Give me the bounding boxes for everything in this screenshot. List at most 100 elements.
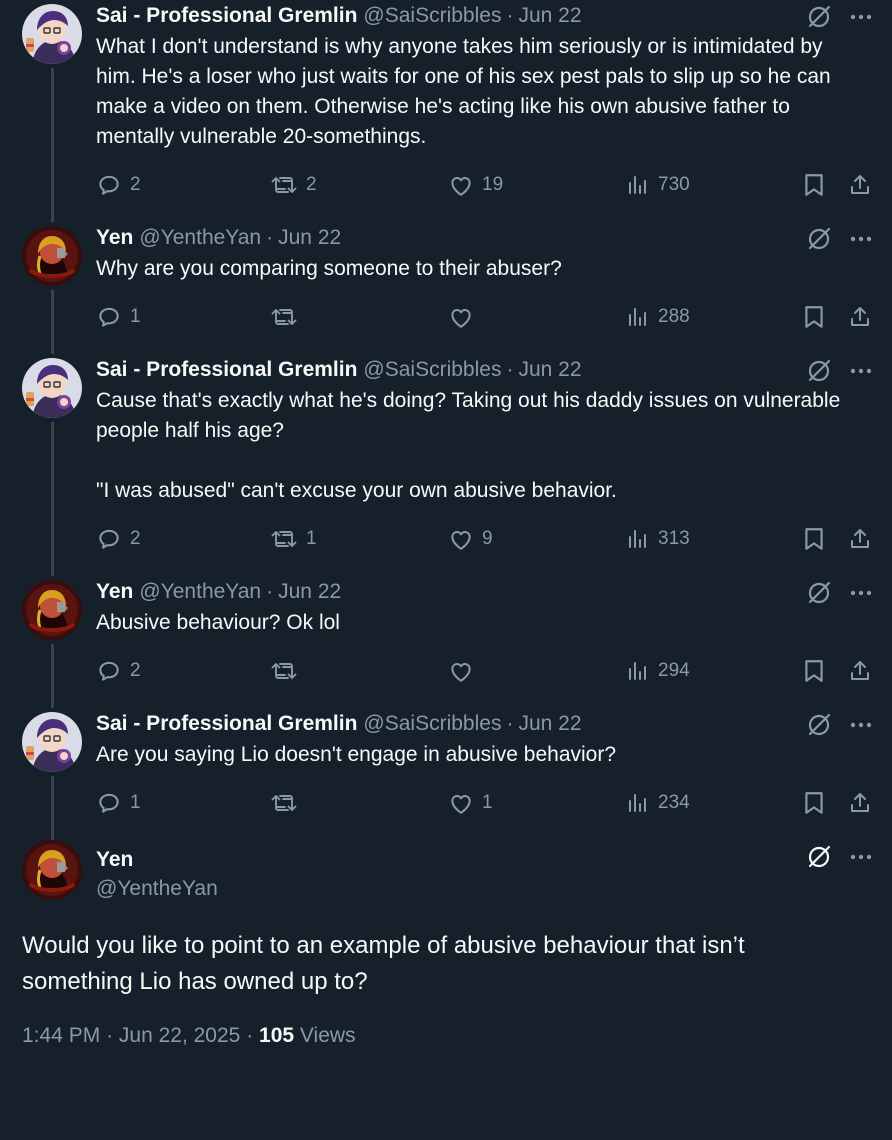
repost-icon [270, 304, 298, 330]
like-button[interactable]: 19 [448, 170, 503, 200]
author-handle[interactable]: @SaiScribbles [363, 4, 501, 28]
thread-connector-line [50, 644, 54, 708]
share-button[interactable] [848, 524, 872, 554]
bookmark-button[interactable] [802, 170, 826, 200]
share-button[interactable] [848, 788, 872, 818]
tweet-header: Yen @YentheYan · Jun 22 [96, 222, 872, 254]
tweet-date[interactable]: Jun 22 [278, 226, 341, 250]
repost-button[interactable]: 2 [270, 170, 317, 200]
views-count: 288 [658, 306, 690, 327]
repost-button[interactable] [270, 302, 306, 332]
repost-button[interactable] [270, 788, 306, 818]
author-handle[interactable]: @YentheYan [96, 874, 218, 904]
views-count: 730 [658, 174, 690, 195]
reply-icon [96, 526, 122, 552]
views-button[interactable]: 730 [626, 170, 690, 200]
reply-icon [96, 790, 122, 816]
like-button[interactable]: 1 [448, 788, 493, 818]
avatar-yen[interactable] [22, 226, 82, 286]
conversation-thread: Sai - Professional Gremlin @SaiScribbles… [0, 0, 892, 1048]
views-icon [626, 527, 650, 551]
repost-button[interactable]: 1 [270, 524, 317, 554]
reply-tweet[interactable]: Sai - Professional Gremlin @SaiScribbles… [0, 708, 892, 840]
reply-button[interactable]: 1 [96, 788, 141, 818]
grok-icon[interactable] [806, 844, 832, 870]
tweet-text: What I don't understand is why anyone ta… [96, 35, 837, 148]
repost-icon [270, 790, 298, 816]
like-button[interactable]: 9 [448, 524, 493, 554]
reply-tweet[interactable]: Yen @YentheYan · Jun 22 Abusive behaviou… [0, 576, 892, 708]
reply-tweet[interactable]: Sai - Professional Gremlin @SaiScribbles… [0, 0, 892, 222]
repost-icon [270, 658, 298, 684]
bookmark-button[interactable] [802, 524, 826, 554]
like-button[interactable] [448, 302, 482, 332]
views-icon [626, 305, 650, 329]
views-icon [626, 659, 650, 683]
repost-button[interactable] [270, 656, 306, 686]
separator-dot: · [246, 1024, 254, 1047]
grok-icon[interactable] [806, 712, 832, 738]
like-button[interactable] [448, 656, 482, 686]
views-button[interactable]: 234 [626, 788, 690, 818]
author-name[interactable]: Yen [96, 580, 133, 604]
avatar-yen[interactable] [22, 580, 82, 640]
reply-button[interactable]: 1 [96, 302, 141, 332]
tweet-date[interactable]: Jun 22 [518, 712, 581, 736]
reply-button[interactable]: 2 [96, 170, 141, 200]
reply-count: 2 [130, 174, 141, 195]
tweet-header: Sai - Professional Gremlin @SaiScribbles… [96, 354, 872, 386]
more-icon[interactable] [850, 368, 872, 374]
reply-button[interactable]: 2 [96, 656, 141, 686]
thread-connector-line [50, 290, 54, 354]
bookmark-button[interactable] [802, 656, 826, 686]
author-handle[interactable]: @SaiScribbles [363, 712, 501, 736]
reply-tweet[interactable]: Sai - Professional Gremlin @SaiScribbles… [0, 354, 892, 576]
reply-button[interactable]: 2 [96, 524, 141, 554]
tweet-date[interactable]: Jun 22 [278, 580, 341, 604]
grok-icon[interactable] [806, 580, 832, 606]
author-name[interactable]: Yen [96, 846, 218, 874]
more-icon[interactable] [850, 590, 872, 596]
tweet-date[interactable]: Jun 22 [518, 4, 581, 28]
more-icon[interactable] [850, 14, 872, 20]
reply-tweet[interactable]: Yen @YentheYan · Jun 22 Why are you comp… [0, 222, 892, 354]
author-handle[interactable]: @YentheYan [139, 580, 261, 604]
grok-icon[interactable] [806, 4, 832, 30]
bookmark-button[interactable] [802, 302, 826, 332]
views-button[interactable]: 288 [626, 302, 690, 332]
author-name[interactable]: Yen [96, 226, 133, 250]
avatar-sai[interactable] [22, 4, 82, 64]
share-button[interactable] [848, 302, 872, 332]
avatar-yen[interactable] [22, 840, 82, 900]
grok-icon[interactable] [806, 358, 832, 384]
author-name[interactable]: Sai - Professional Gremlin [96, 712, 357, 736]
tweet-content: Yen @YentheYan · Jun 22 Why are you comp… [82, 222, 872, 354]
author-handle[interactable]: @SaiScribbles [363, 358, 501, 382]
share-button[interactable] [848, 170, 872, 200]
tweet-time[interactable]: 1:44 PM [22, 1024, 100, 1047]
author-name[interactable]: Sai - Professional Gremlin [96, 4, 357, 28]
more-icon[interactable] [850, 854, 872, 860]
thread-connector-line [50, 68, 54, 222]
author-name[interactable]: Sai - Professional Gremlin [96, 358, 357, 382]
separator-dot: · [266, 226, 274, 249]
reply-icon [96, 658, 122, 684]
header-icons [806, 580, 872, 606]
grok-icon[interactable] [806, 226, 832, 252]
bookmark-icon [802, 172, 826, 198]
more-icon[interactable] [850, 722, 872, 728]
author-handle[interactable]: @YentheYan [139, 226, 261, 250]
more-icon[interactable] [850, 236, 872, 242]
share-button[interactable] [848, 656, 872, 686]
avatar-sai[interactable] [22, 712, 82, 772]
thread-connector-line [50, 776, 54, 840]
header-icons [806, 358, 872, 384]
views-button[interactable]: 294 [626, 656, 690, 686]
views-button[interactable]: 313 [626, 524, 690, 554]
views-total[interactable]: 105 [259, 1024, 294, 1047]
tweet-full-date[interactable]: Jun 22, 2025 [119, 1024, 240, 1047]
repost-count: 2 [306, 174, 317, 195]
avatar-sai[interactable] [22, 358, 82, 418]
tweet-date[interactable]: Jun 22 [518, 358, 581, 382]
bookmark-button[interactable] [802, 788, 826, 818]
